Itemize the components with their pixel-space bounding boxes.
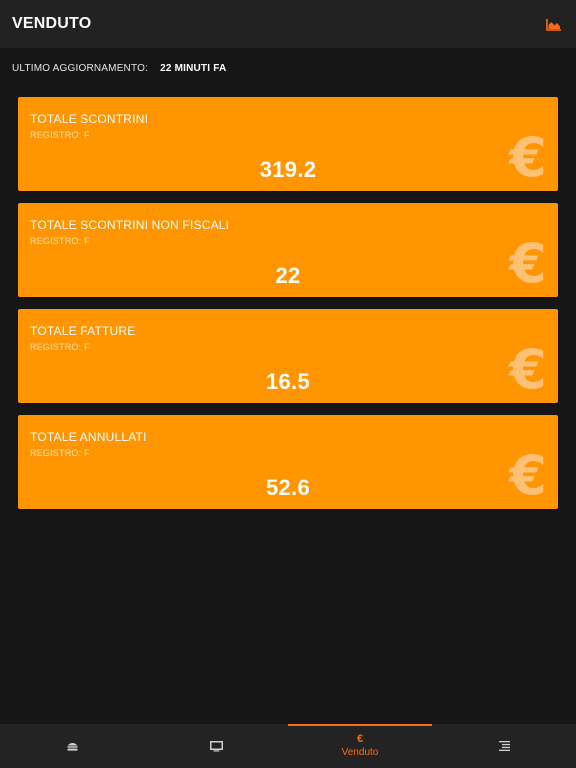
card-title: TOTALE SCONTRINI NON FISCALI bbox=[30, 218, 230, 232]
svg-text:€: € bbox=[507, 131, 547, 183]
app-screen: VENDUTO ULTIMO AGGIORNAMENTO: 22 MINUTI … bbox=[0, 0, 576, 768]
tab-venduto[interactable]: € Venduto bbox=[288, 724, 432, 768]
svg-text:€: € bbox=[507, 343, 547, 395]
area-chart-button[interactable] bbox=[544, 14, 564, 34]
card-value: 52.6 bbox=[265, 475, 311, 500]
card-subtitle: REGISTRO: F bbox=[30, 236, 90, 246]
tab-list[interactable] bbox=[432, 724, 576, 768]
card-totale-fatture[interactable]: TOTALE FATTURE REGISTRO: F 16.5 € bbox=[18, 309, 558, 403]
tab-monitor[interactable] bbox=[144, 724, 288, 768]
card-title: TOTALE ANNULLATI bbox=[30, 430, 147, 444]
tab-venduto-label: Venduto bbox=[341, 747, 379, 758]
area-chart-icon bbox=[546, 18, 561, 31]
card-subtitle: REGISTRO: F bbox=[30, 342, 90, 352]
euro-icon: € bbox=[356, 733, 364, 745]
card-value: 22 bbox=[275, 263, 301, 288]
last-update: ULTIMO AGGIORNAMENTO: 22 MINUTI FA bbox=[12, 61, 226, 75]
svg-text:€: € bbox=[507, 449, 547, 501]
card-totale-annullati[interactable]: TOTALE ANNULLATI REGISTRO: F 52.6 € bbox=[18, 415, 558, 509]
page-title: VENDUTO bbox=[12, 15, 92, 32]
monitor-icon bbox=[209, 740, 223, 751]
burger-icon bbox=[67, 742, 77, 751]
euro-icon: € bbox=[507, 237, 547, 289]
euro-icon: € bbox=[507, 131, 547, 183]
list-icon bbox=[498, 741, 510, 751]
card-totale-scontrini-non-fiscali[interactable]: TOTALE SCONTRINI NON FISCALI REGISTRO: F… bbox=[18, 203, 558, 297]
last-update-value: 22 MINUTI FA bbox=[160, 62, 227, 74]
euro-icon: € bbox=[507, 449, 547, 501]
bottom-tab-bar: € Venduto bbox=[0, 724, 576, 768]
card-subtitle: REGISTRO: F bbox=[30, 448, 90, 458]
card-totale-scontrini[interactable]: TOTALE SCONTRINI REGISTRO: F 319.2 € bbox=[18, 97, 558, 191]
tab-burger[interactable] bbox=[0, 724, 144, 768]
card-value: 16.5 bbox=[265, 369, 311, 394]
svg-text:€: € bbox=[507, 237, 547, 289]
last-update-label: ULTIMO AGGIORNAMENTO: bbox=[12, 62, 149, 74]
card-subtitle: REGISTRO: F bbox=[30, 130, 90, 140]
card-title: TOTALE SCONTRINI bbox=[30, 112, 149, 126]
totals-list: TOTALE SCONTRINI REGISTRO: F 319.2 € TOT… bbox=[18, 97, 558, 521]
card-title: TOTALE FATTURE bbox=[30, 324, 136, 338]
top-bar: VENDUTO bbox=[0, 0, 576, 48]
euro-icon: € bbox=[507, 343, 547, 395]
card-value: 319.2 bbox=[259, 157, 317, 182]
